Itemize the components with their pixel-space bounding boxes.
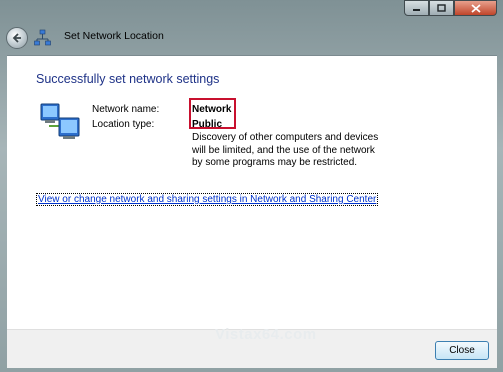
network-icon (34, 29, 51, 46)
close-button[interactable]: Close (435, 341, 489, 360)
maximize-button[interactable] (429, 0, 454, 16)
close-icon (470, 3, 481, 13)
maximize-icon (437, 4, 446, 12)
page-title: Successfully set network settings (36, 72, 220, 86)
network-sharing-center-link[interactable]: View or change network and sharing setti… (36, 193, 379, 206)
back-button[interactable] (6, 27, 28, 49)
location-type-label: Location type: (92, 119, 155, 130)
network-name-value: Network (192, 104, 232, 115)
watermark: Vistax64.com (215, 326, 317, 343)
dialog-window: Set Network Location Successfully set ne… (0, 0, 503, 372)
back-arrow-icon (12, 33, 21, 43)
network-name-label: Network name: (92, 104, 160, 115)
dialog-content: Successfully set network settings Networ… (7, 55, 497, 330)
network-connection-icon (40, 103, 80, 139)
title-bar: Set Network Location (0, 0, 503, 52)
location-description: Discovery of other computers and devices… (192, 132, 379, 168)
location-type-value: Public (192, 119, 223, 130)
caption-buttons (404, 0, 497, 17)
window-title: Set Network Location (64, 30, 164, 42)
minimize-button[interactable] (404, 0, 429, 16)
window-close-button[interactable] (454, 0, 497, 16)
minimize-icon (413, 9, 420, 11)
